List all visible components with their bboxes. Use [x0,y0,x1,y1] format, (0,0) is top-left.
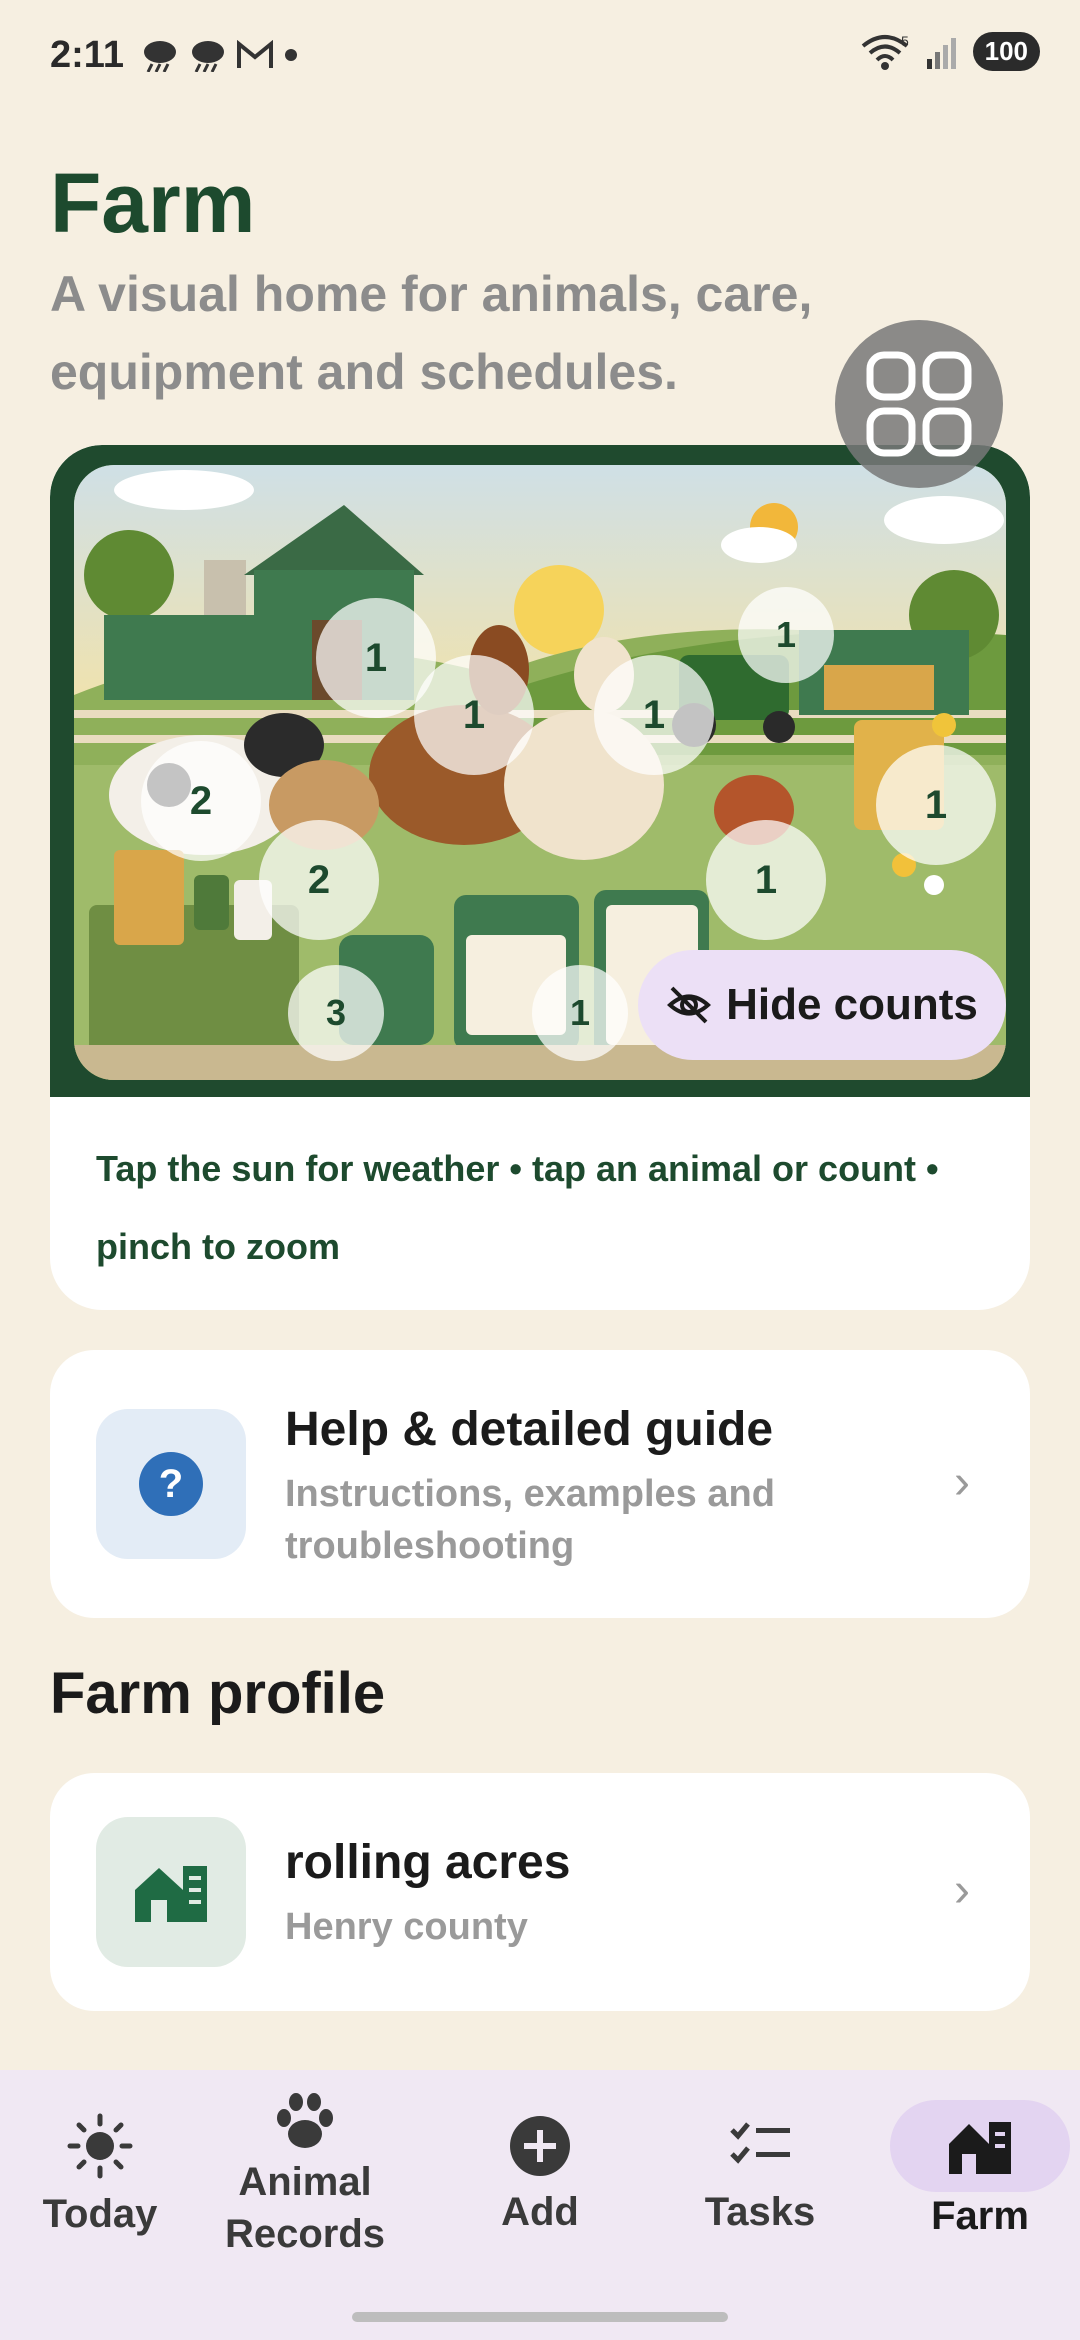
farm-location: Henry county [285,1906,528,1948]
help-title: Help & detailed guide [285,1403,774,1456]
bottom-navigation: Today Animal Records Add Tasks Farm [0,2070,1080,2340]
grid-icon [866,351,972,457]
nav-item-tasks[interactable]: Tasks [680,2070,840,2300]
battery-indicator: 100 [972,32,1040,71]
nav-item-animal-records[interactable]: Animal Records [200,2070,410,2300]
count-badge-medical[interactable]: 3 [288,965,384,1061]
chevron-right-icon: › [954,1864,970,1917]
status-bar: 2:11 5 100 [0,0,1080,110]
sun-icon [67,2113,133,2179]
grid-view-button[interactable] [835,320,1003,488]
count-badge-beehive[interactable]: 1 [876,745,996,865]
count-badge-chicken[interactable]: 1 [706,820,826,940]
farm-scene-card: 2 1 1 1 1 1 2 1 3 1 Hide counts Tap the … [50,445,1030,1310]
page-title: Farm [50,156,256,250]
count-badge-cow[interactable]: 2 [141,741,261,861]
svg-text:?: ? [159,1462,183,1506]
storm-cloud-icon [192,41,224,72]
nav-item-farm[interactable]: Farm [900,2070,1060,2300]
page-subtitle: A visual home for animals, care, equipme… [50,266,813,400]
dot-icon [285,49,297,61]
eye-off-icon [667,986,712,1024]
farm-building-icon [135,1866,207,1922]
nav-item-today[interactable]: Today [20,2070,180,2300]
home-indicator[interactable] [352,2312,728,2322]
notification-icons [140,38,298,72]
count-badge-calendar[interactable]: 1 [532,965,628,1061]
nav-label-animal-records: Animal Records [224,2160,386,2256]
signal-icon [926,37,956,69]
help-icon-tile: ? [96,1409,246,1559]
farm-profile-card[interactable]: rolling acres Henry county › [50,1773,1030,2011]
help-subtitle: Instructions, examples and troubleshooti… [285,1473,775,1567]
help-guide-card[interactable]: ? Help & detailed guide Instructions, ex… [50,1350,1030,1618]
svg-text:5: 5 [901,34,909,49]
nav-item-add[interactable]: Add [460,2070,620,2300]
checklist-icon [730,2122,790,2164]
farm-icon-tile [96,1817,246,1967]
nav-label-tasks: Tasks [704,2190,816,2234]
farm-name: rolling acres [285,1836,571,1889]
add-circle-icon [510,2116,570,2176]
farm-icon [949,2122,1011,2174]
gmail-icon [237,40,273,68]
farm-profile-heading: Farm profile [50,1661,386,1726]
count-badge-beehive-1[interactable]: 1 [594,655,714,775]
paw-icon [277,2093,333,2148]
count-badge-goat[interactable]: 2 [259,820,379,940]
nav-label-today: Today [42,2192,158,2236]
count-badge-tractor[interactable]: 1 [738,587,834,683]
count-badge-alpaca[interactable]: 1 [414,655,534,775]
hide-counts-button[interactable]: Hide counts [638,950,1006,1060]
status-time: 2:11 [50,34,124,76]
system-icons: 5 100 [859,32,1040,71]
nav-label-add: Add [501,2190,579,2234]
nav-label-farm: Farm [931,2194,1029,2238]
scene-hint: Tap the sun for weather • tap an animal … [96,1148,939,1267]
hide-counts-label: Hide counts [726,980,978,1029]
question-icon: ? [139,1452,203,1516]
storm-cloud-icon [144,41,176,72]
wifi-icon: 5 [861,34,909,70]
chevron-right-icon: › [954,1456,970,1509]
